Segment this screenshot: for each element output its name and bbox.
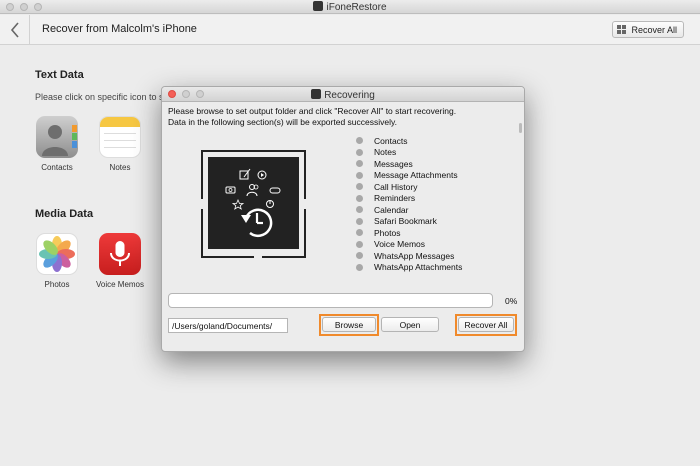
dialog-info: Data in the following section(s) will be… — [168, 117, 397, 127]
recover-all-button[interactable]: Recover All — [458, 317, 514, 332]
contacts-label: Contacts — [41, 163, 73, 172]
back-button[interactable] — [0, 15, 30, 45]
photos-label: Photos — [44, 280, 70, 289]
chevron-left-icon — [10, 22, 19, 38]
status-dot — [356, 252, 363, 260]
dialog-instruction: Please browse to set output folder and c… — [168, 106, 457, 116]
list-item: Reminders — [356, 193, 462, 205]
app-logo-icon — [311, 89, 322, 99]
open-button[interactable]: Open — [381, 317, 439, 332]
status-dot — [356, 160, 363, 168]
window-titlebar: iFoneRestore — [0, 0, 700, 14]
microphone-icon — [99, 233, 141, 275]
status-dot — [356, 137, 363, 145]
status-dot — [356, 206, 363, 214]
list-item: WhatsApp Messages — [356, 250, 462, 262]
voice-memos-label: Voice Memos — [95, 280, 145, 289]
page-title: Recover from Malcolm's iPhone — [42, 23, 197, 35]
contacts-icon — [36, 116, 78, 158]
text-data-hint: Please click on specific icon to sc — [35, 92, 169, 102]
list-item: Contacts — [356, 135, 462, 147]
list-item: Voice Memos — [356, 239, 462, 251]
category-contacts[interactable]: Contacts — [27, 116, 87, 172]
status-dot — [356, 194, 363, 202]
status-dot — [356, 171, 363, 179]
status-dot — [356, 217, 363, 225]
page-header: Recover from Malcolm's iPhone Recover Al… — [0, 15, 700, 45]
notes-label: Notes — [109, 163, 131, 172]
progress-percent: 0% — [505, 296, 518, 306]
list-item: Calendar — [356, 204, 462, 216]
category-photos[interactable]: Photos — [27, 233, 87, 289]
text-data-title: Text Data — [35, 69, 84, 81]
photos-icon — [36, 233, 78, 275]
browse-button[interactable]: Browse — [322, 317, 376, 332]
media-data-title: Media Data — [35, 208, 94, 220]
status-dot — [356, 183, 363, 191]
list-item: Messages — [356, 158, 462, 170]
status-dot — [356, 229, 363, 237]
list-item: Message Attachments — [356, 170, 462, 182]
recover-graphic-icon — [201, 150, 306, 258]
recover-all-button-header[interactable]: Recover All — [612, 21, 684, 38]
list-item: WhatsApp Attachments — [356, 262, 462, 274]
export-section-list: Contacts Notes Messages Message Attachme… — [356, 135, 462, 273]
recover-icon — [617, 25, 627, 34]
category-notes[interactable]: Notes — [90, 116, 150, 172]
dialog-title: Recovering — [162, 89, 524, 101]
notes-icon — [99, 116, 141, 158]
recovery-progress-bar — [168, 293, 493, 308]
dialog-scrollbar[interactable] — [519, 123, 522, 133]
category-voice-memos[interactable]: Voice Memos — [90, 233, 150, 289]
list-item: Call History — [356, 181, 462, 193]
status-dot — [356, 240, 363, 248]
output-path-input[interactable] — [168, 318, 288, 333]
list-item: Photos — [356, 227, 462, 239]
list-item: Safari Bookmark — [356, 216, 462, 228]
recovering-dialog: Recovering Please browse to set output f… — [161, 86, 525, 352]
status-dot — [356, 148, 363, 156]
app-logo-icon — [313, 1, 324, 11]
window-title: iFoneRestore — [0, 1, 700, 13]
status-dot — [356, 263, 363, 271]
list-item: Notes — [356, 147, 462, 159]
dialog-titlebar: Recovering — [162, 87, 524, 102]
